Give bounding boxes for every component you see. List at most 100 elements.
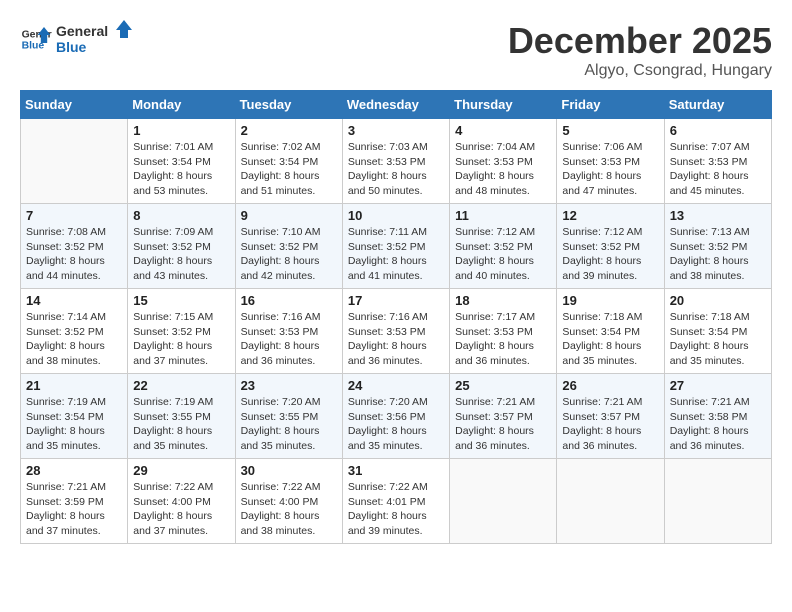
calendar-cell: 14Sunrise: 7:14 AMSunset: 3:52 PMDayligh… bbox=[21, 289, 128, 374]
day-number: 19 bbox=[562, 293, 658, 308]
day-number: 4 bbox=[455, 123, 551, 138]
calendar-cell: 23 Sunrise: 7:20 AMSunset: 3:55 PMDayligh… bbox=[235, 374, 342, 459]
calendar-cell: 4 Sunrise: 7:04 AMSunset: 3:53 PMDaylight… bbox=[450, 119, 557, 204]
svg-text:Blue: Blue bbox=[56, 39, 87, 55]
day-number: 14 bbox=[26, 293, 122, 308]
calendar-cell: 25 Sunrise: 7:21 AMSunset: 3:57 PMDayligh… bbox=[450, 374, 557, 459]
day-info: Sunrise: 7:12 AMSunset: 3:52 PMDaylight:… bbox=[455, 225, 551, 284]
day-info: Sunrise: 7:22 AMSunset: 4:00 PMDaylight:… bbox=[133, 480, 229, 539]
calendar-cell: 15Sunrise: 7:15 AMSunset: 3:52 PMDayligh… bbox=[128, 289, 235, 374]
calendar-cell: 22Sunrise: 7:19 AMSunset: 3:55 PMDayligh… bbox=[128, 374, 235, 459]
day-number: 1 bbox=[133, 123, 229, 138]
weekday-header-row: SundayMondayTuesdayWednesdayThursdayFrid… bbox=[21, 91, 772, 119]
day-number: 22 bbox=[133, 378, 229, 393]
day-info: Sunrise: 7:07 AMSunset: 3:53 PMDaylight:… bbox=[670, 140, 766, 199]
calendar-cell: 1 Sunrise: 7:01 AMSunset: 3:54 PMDaylight… bbox=[128, 119, 235, 204]
day-number: 12 bbox=[562, 208, 658, 223]
calendar-cell: 11Sunrise: 7:12 AMSunset: 3:52 PMDayligh… bbox=[450, 204, 557, 289]
logo: General Blue General Blue bbox=[20, 20, 136, 58]
title-area: December 2025 Algyo, Csongrad, Hungary bbox=[508, 20, 772, 80]
svg-text:General: General bbox=[56, 23, 108, 39]
calendar-table: SundayMondayTuesdayWednesdayThursdayFrid… bbox=[20, 90, 772, 544]
weekday-header-wednesday: Wednesday bbox=[342, 91, 449, 119]
day-info: Sunrise: 7:13 AMSunset: 3:52 PMDaylight:… bbox=[670, 225, 766, 284]
calendar-cell: 28Sunrise: 7:21 AMSunset: 3:59 PMDayligh… bbox=[21, 459, 128, 544]
calendar-cell: 18Sunrise: 7:17 AMSunset: 3:53 PMDayligh… bbox=[450, 289, 557, 374]
weekday-header-sunday: Sunday bbox=[21, 91, 128, 119]
weekday-header-tuesday: Tuesday bbox=[235, 91, 342, 119]
calendar-week-row: 28Sunrise: 7:21 AMSunset: 3:59 PMDayligh… bbox=[21, 459, 772, 544]
day-number: 8 bbox=[133, 208, 229, 223]
calendar-cell: 12 Sunrise: 7:12 AMSunset: 3:52 PMDayligh… bbox=[557, 204, 664, 289]
day-number: 21 bbox=[26, 378, 122, 393]
day-number: 9 bbox=[241, 208, 337, 223]
day-info: Sunrise: 7:01 AMSunset: 3:54 PMDaylight:… bbox=[133, 140, 229, 199]
calendar-cell: 2Sunrise: 7:02 AMSunset: 3:54 PMDaylight… bbox=[235, 119, 342, 204]
day-number: 30 bbox=[241, 463, 337, 478]
calendar-week-row: 21 Sunrise: 7:19 AMSunset: 3:54 PMDayligh… bbox=[21, 374, 772, 459]
day-info: Sunrise: 7:20 AMSunset: 3:55 PMDaylight:… bbox=[241, 395, 337, 454]
day-number: 23 bbox=[241, 378, 337, 393]
day-number: 10 bbox=[348, 208, 444, 223]
day-number: 29 bbox=[133, 463, 229, 478]
day-number: 15 bbox=[133, 293, 229, 308]
logo-icon: General Blue bbox=[20, 23, 52, 55]
day-info: Sunrise: 7:16 AMSunset: 3:53 PMDaylight:… bbox=[241, 310, 337, 369]
day-info: Sunrise: 7:18 AMSunset: 3:54 PMDaylight:… bbox=[670, 310, 766, 369]
day-number: 16 bbox=[241, 293, 337, 308]
day-number: 2 bbox=[241, 123, 337, 138]
weekday-header-saturday: Saturday bbox=[664, 91, 771, 119]
day-number: 13 bbox=[670, 208, 766, 223]
calendar-cell: 30Sunrise: 7:22 AMSunset: 4:00 PMDayligh… bbox=[235, 459, 342, 544]
day-number: 7 bbox=[26, 208, 122, 223]
calendar-week-row: 7 Sunrise: 7:08 AMSunset: 3:52 PMDaylight… bbox=[21, 204, 772, 289]
calendar-cell: 24Sunrise: 7:20 AMSunset: 3:56 PMDayligh… bbox=[342, 374, 449, 459]
calendar-cell: 9Sunrise: 7:10 AMSunset: 3:52 PMDaylight… bbox=[235, 204, 342, 289]
day-info: Sunrise: 7:12 AMSunset: 3:52 PMDaylight:… bbox=[562, 225, 658, 284]
day-number: 3 bbox=[348, 123, 444, 138]
calendar-cell bbox=[557, 459, 664, 544]
calendar-cell: 5Sunrise: 7:06 AMSunset: 3:53 PMDaylight… bbox=[557, 119, 664, 204]
calendar-cell: 26 Sunrise: 7:21 AMSunset: 3:57 PMDayligh… bbox=[557, 374, 664, 459]
calendar-cell: 27Sunrise: 7:21 AMSunset: 3:58 PMDayligh… bbox=[664, 374, 771, 459]
day-info: Sunrise: 7:21 AMSunset: 3:57 PMDaylight:… bbox=[562, 395, 658, 454]
calendar-cell: 21 Sunrise: 7:19 AMSunset: 3:54 PMDayligh… bbox=[21, 374, 128, 459]
day-info: Sunrise: 7:09 AMSunset: 3:52 PMDaylight:… bbox=[133, 225, 229, 284]
day-info: Sunrise: 7:21 AMSunset: 3:57 PMDaylight:… bbox=[455, 395, 551, 454]
calendar-week-row: 1 Sunrise: 7:01 AMSunset: 3:54 PMDaylight… bbox=[21, 119, 772, 204]
day-info: Sunrise: 7:11 AMSunset: 3:52 PMDaylight:… bbox=[348, 225, 444, 284]
calendar-cell: 16 Sunrise: 7:16 AMSunset: 3:53 PMDayligh… bbox=[235, 289, 342, 374]
calendar-cell bbox=[21, 119, 128, 204]
day-info: Sunrise: 7:21 AMSunset: 3:59 PMDaylight:… bbox=[26, 480, 122, 539]
calendar-cell: 31Sunrise: 7:22 AMSunset: 4:01 PMDayligh… bbox=[342, 459, 449, 544]
day-number: 17 bbox=[348, 293, 444, 308]
day-number: 20 bbox=[670, 293, 766, 308]
calendar-week-row: 14Sunrise: 7:14 AMSunset: 3:52 PMDayligh… bbox=[21, 289, 772, 374]
location-title: Algyo, Csongrad, Hungary bbox=[508, 62, 772, 80]
calendar-cell: 20 Sunrise: 7:18 AMSunset: 3:54 PMDayligh… bbox=[664, 289, 771, 374]
calendar-cell: 17 Sunrise: 7:16 AMSunset: 3:53 PMDayligh… bbox=[342, 289, 449, 374]
weekday-header-monday: Monday bbox=[128, 91, 235, 119]
calendar-cell bbox=[664, 459, 771, 544]
calendar-cell: 13 Sunrise: 7:13 AMSunset: 3:52 PMDayligh… bbox=[664, 204, 771, 289]
day-info: Sunrise: 7:17 AMSunset: 3:53 PMDaylight:… bbox=[455, 310, 551, 369]
weekday-header-friday: Friday bbox=[557, 91, 664, 119]
day-info: Sunrise: 7:08 AMSunset: 3:52 PMDaylight:… bbox=[26, 225, 122, 284]
calendar-cell bbox=[450, 459, 557, 544]
calendar-cell: 3 Sunrise: 7:03 AMSunset: 3:53 PMDaylight… bbox=[342, 119, 449, 204]
day-number: 6 bbox=[670, 123, 766, 138]
day-info: Sunrise: 7:22 AMSunset: 4:01 PMDaylight:… bbox=[348, 480, 444, 539]
day-number: 26 bbox=[562, 378, 658, 393]
calendar-cell: 7 Sunrise: 7:08 AMSunset: 3:52 PMDaylight… bbox=[21, 204, 128, 289]
day-info: Sunrise: 7:03 AMSunset: 3:53 PMDaylight:… bbox=[348, 140, 444, 199]
calendar-cell: 10 Sunrise: 7:11 AMSunset: 3:52 PMDayligh… bbox=[342, 204, 449, 289]
day-number: 25 bbox=[455, 378, 551, 393]
header: General Blue General Blue December 2025 … bbox=[20, 20, 772, 80]
logo-svg: General Blue bbox=[56, 20, 136, 58]
calendar-cell: 8 Sunrise: 7:09 AMSunset: 3:52 PMDaylight… bbox=[128, 204, 235, 289]
day-info: Sunrise: 7:04 AMSunset: 3:53 PMDaylight:… bbox=[455, 140, 551, 199]
day-info: Sunrise: 7:16 AMSunset: 3:53 PMDaylight:… bbox=[348, 310, 444, 369]
calendar-cell: 19Sunrise: 7:18 AMSunset: 3:54 PMDayligh… bbox=[557, 289, 664, 374]
day-info: Sunrise: 7:19 AMSunset: 3:54 PMDaylight:… bbox=[26, 395, 122, 454]
calendar-cell: 29 Sunrise: 7:22 AMSunset: 4:00 PMDayligh… bbox=[128, 459, 235, 544]
